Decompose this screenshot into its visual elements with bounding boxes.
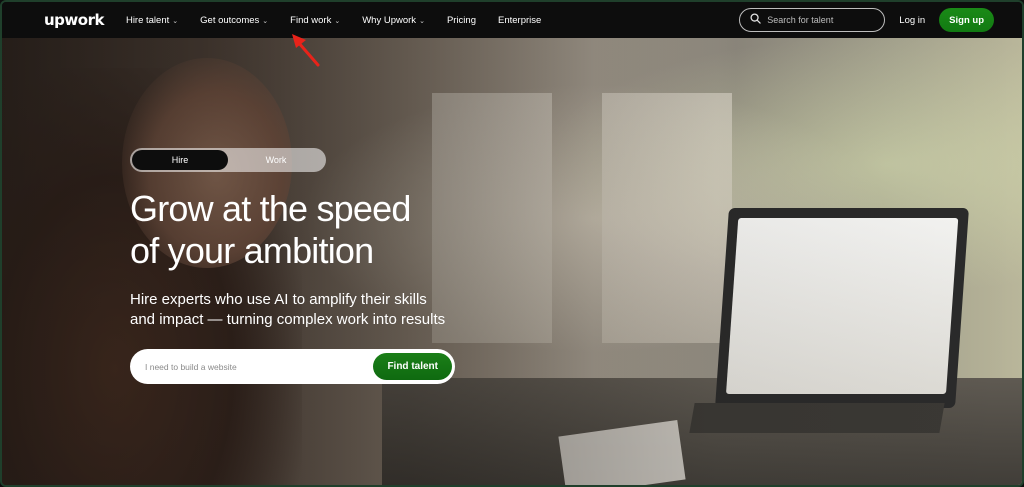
- browser-frame: upwork Hire talent ⌄ Get outcomes ⌄ Find…: [0, 0, 1024, 487]
- chevron-down-icon: ⌄: [334, 18, 341, 25]
- annotation-arrow-icon: [292, 34, 320, 67]
- nav-links: Hire talent ⌄ Get outcomes ⌄ Find work ⌄…: [126, 15, 541, 26]
- top-navigation: upwork Hire talent ⌄ Get outcomes ⌄ Find…: [2, 2, 1022, 38]
- headline-line-2: of your ambition: [130, 230, 374, 271]
- chevron-down-icon: ⌄: [172, 18, 179, 25]
- nav-item-pricing[interactable]: Pricing: [447, 15, 476, 26]
- hire-work-toggle: Hire Work: [130, 148, 326, 172]
- search-icon: [750, 11, 762, 29]
- nav-right: Log in Sign up: [739, 8, 994, 32]
- search-input[interactable]: [767, 15, 878, 25]
- nav-item-enterprise[interactable]: Enterprise: [498, 15, 541, 26]
- subline-line-1: Hire experts who use AI to amplify their…: [130, 291, 427, 308]
- nav-item-label: Find work: [290, 14, 332, 26]
- hero-section: Hire Work Grow at the speed of your ambi…: [2, 38, 1022, 485]
- toggle-hire[interactable]: Hire: [132, 150, 228, 170]
- nav-item-label: Pricing: [446, 14, 476, 26]
- find-talent-button[interactable]: Find talent: [373, 353, 452, 380]
- subline-line-2: and impact — turning complex work into r…: [130, 311, 446, 328]
- toggle-work[interactable]: Work: [228, 150, 324, 170]
- headline-line-1: Grow at the speed: [130, 188, 411, 229]
- signup-button[interactable]: Sign up: [939, 8, 994, 32]
- nav-search[interactable]: [739, 8, 886, 32]
- chevron-down-icon: ⌄: [419, 18, 425, 25]
- nav-item-find-work[interactable]: Find work ⌄: [290, 15, 340, 26]
- nav-item-label: Enterprise: [497, 14, 542, 26]
- hero-search-bar: Find talent: [130, 349, 455, 384]
- hero-headline: Grow at the speed of your ambition: [130, 188, 490, 272]
- nav-item-hire-talent[interactable]: Hire talent ⌄: [126, 15, 178, 26]
- nav-item-label: Why Upwork: [362, 14, 417, 26]
- hero-search-input[interactable]: [145, 361, 374, 372]
- nav-item-label: Get outcomes: [200, 14, 260, 26]
- nav-item-get-outcomes[interactable]: Get outcomes ⌄: [200, 15, 268, 26]
- nav-item-why-upwork[interactable]: Why Upwork ⌄: [362, 15, 425, 26]
- upwork-logo[interactable]: upwork: [44, 11, 104, 29]
- nav-item-label: Hire talent: [125, 14, 170, 26]
- chevron-down-icon: ⌄: [262, 18, 269, 25]
- login-link[interactable]: Log in: [899, 15, 925, 26]
- hero-subheadline: Hire experts who use AI to amplify their…: [130, 290, 490, 330]
